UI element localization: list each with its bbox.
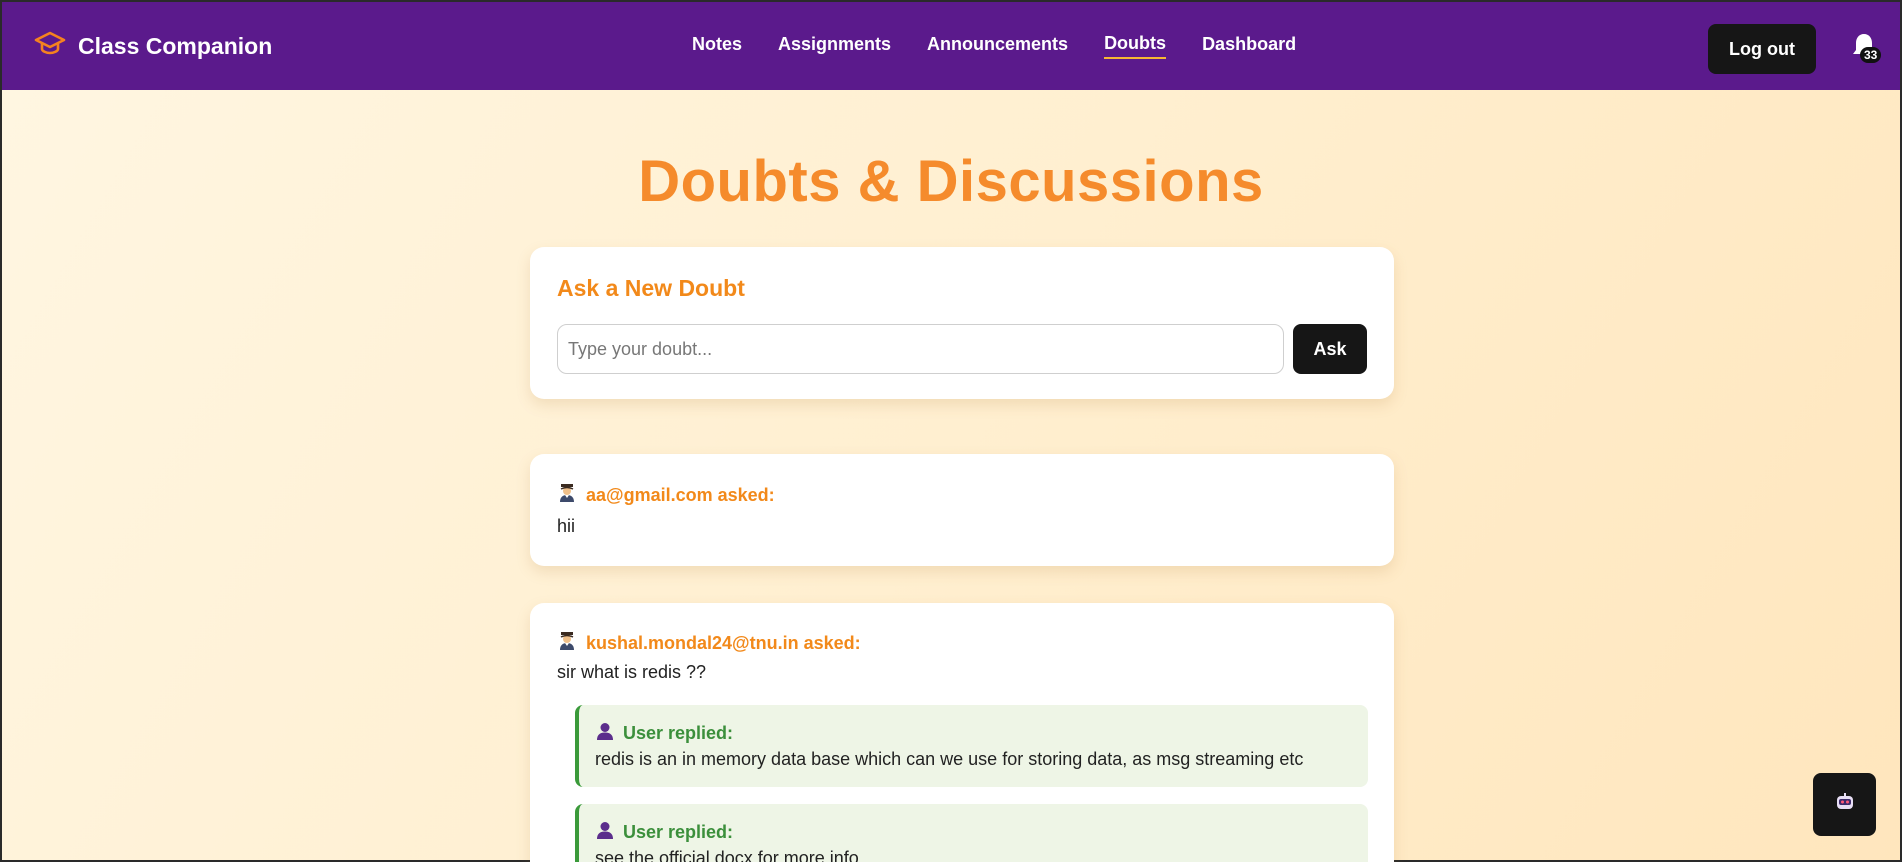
reply-author: User replied: (595, 721, 733, 746)
reply-author-label: User replied: (623, 723, 734, 743)
doubt-asker-label: aa@gmail.com asked: (586, 485, 775, 505)
page-title: Doubts & Discussions (638, 149, 1264, 214)
brand[interactable]: Class Companion (34, 2, 272, 90)
reply: User replied: see the official docx for … (575, 804, 1368, 862)
reply-author-label: User replied: (623, 822, 734, 842)
student-icon (557, 483, 577, 508)
notification-count-badge: 33 (1860, 47, 1882, 63)
student-icon (557, 631, 577, 656)
user-icon (595, 721, 615, 746)
ask-doubt-card: Ask a New Doubt Ask (530, 247, 1394, 399)
reply: User replied: redis is an in memory data… (575, 705, 1368, 787)
graduation-cap-icon (34, 30, 66, 62)
nav-links: Notes Assignments Announcements Doubts D… (692, 2, 1296, 90)
robot-icon (1834, 791, 1856, 818)
notification-button[interactable]: 33 (1850, 32, 1882, 64)
doubt-asker: aa@gmail.com asked: (557, 483, 775, 508)
doubt-text: hii (557, 516, 576, 536)
chatbot-button[interactable] (1813, 773, 1876, 836)
reply-text: redis is an in memory data base which ca… (595, 749, 1304, 769)
navbar: Class Companion Notes Assignments Announ… (2, 2, 1900, 90)
doubt-text: sir what is redis ?? (557, 662, 707, 682)
ask-button[interactable]: Ask (1293, 324, 1367, 374)
doubt-asker: kushal.mondal24@tnu.in asked: (557, 631, 861, 656)
doubt-asker-label: kushal.mondal24@tnu.in asked: (586, 633, 861, 653)
reply-text: see the official docx for more info (595, 848, 859, 862)
nav-link-announcements[interactable]: Announcements (927, 34, 1068, 58)
user-icon (595, 820, 615, 845)
doubt-input[interactable] (557, 324, 1284, 374)
nav-link-dashboard[interactable]: Dashboard (1202, 34, 1296, 58)
doubt-card: aa@gmail.com asked: hii (530, 454, 1394, 566)
ask-doubt-title: Ask a New Doubt (557, 275, 745, 301)
brand-title: Class Companion (78, 32, 273, 59)
nav-link-doubts[interactable]: Doubts (1104, 33, 1167, 59)
doubt-card: kushal.mondal24@tnu.in asked: sir what i… (530, 603, 1394, 862)
logout-button[interactable]: Log out (1708, 24, 1816, 74)
nav-link-notes[interactable]: Notes (692, 34, 742, 58)
nav-link-assignments[interactable]: Assignments (778, 34, 891, 58)
reply-author: User replied: (595, 820, 733, 845)
ask-doubt-form: Ask (557, 324, 1367, 374)
